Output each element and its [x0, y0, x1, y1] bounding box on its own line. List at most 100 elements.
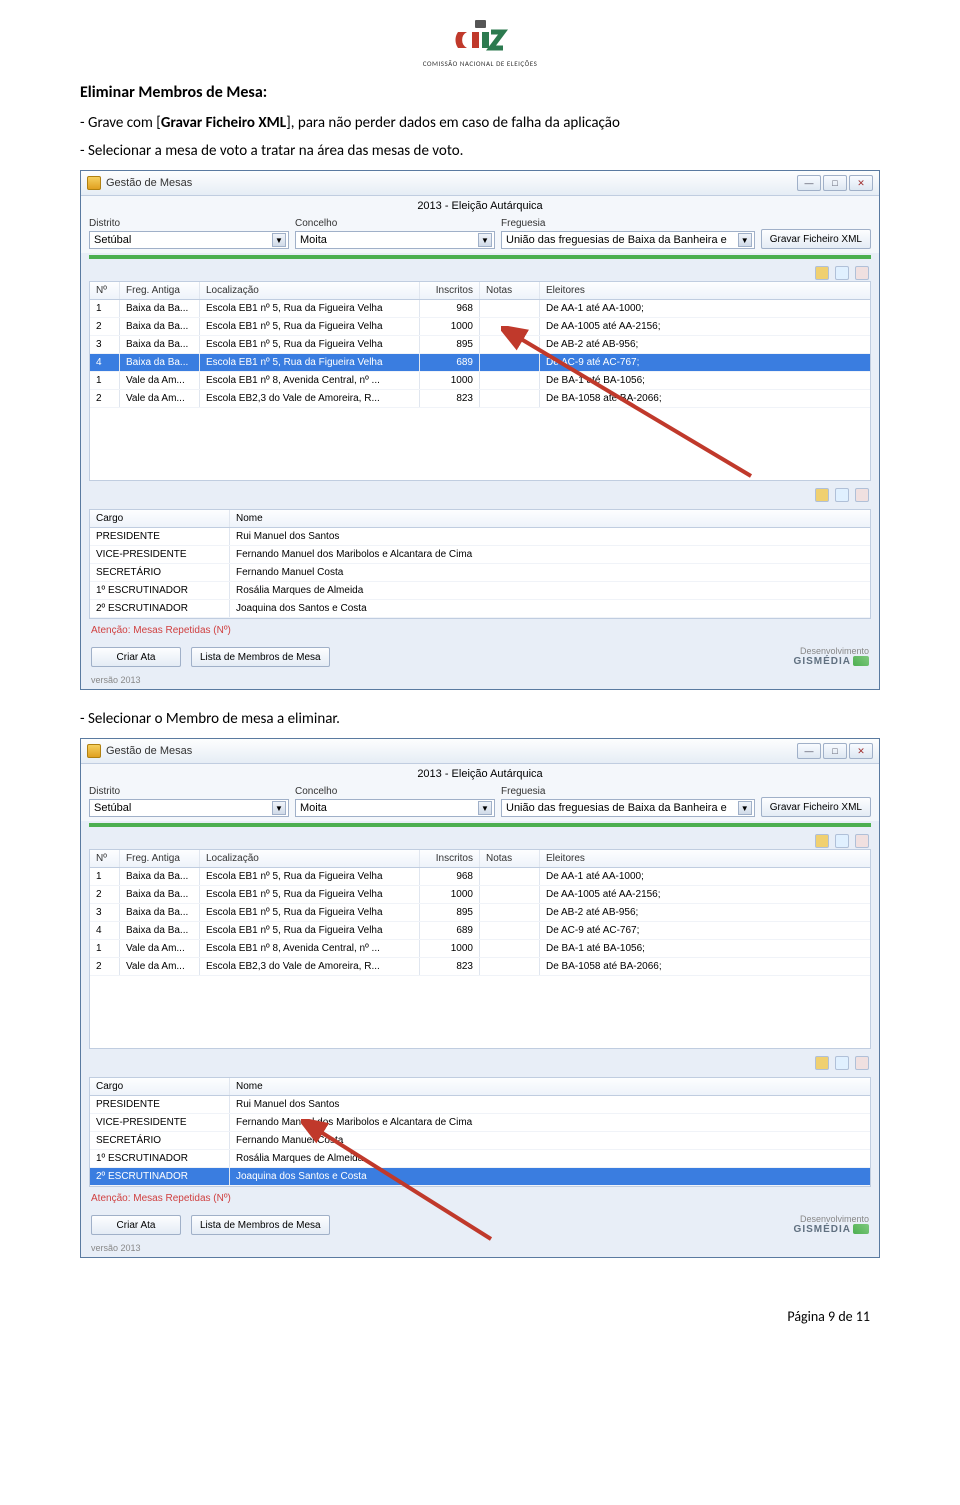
table-row[interactable]: 4Baixa da Ba...Escola EB1 nº 5, Rua da F… [90, 922, 870, 940]
table-row[interactable]: 1Vale da Am...Escola EB1 nº 8, Avenida C… [90, 372, 870, 390]
th-n: Nº [90, 282, 120, 299]
lista-membros-button[interactable]: Lista de Membros de Mesa [191, 1215, 330, 1235]
save-xml-button[interactable]: Gravar Ficheiro XML [761, 229, 871, 249]
select-distrito[interactable]: Setúbal ▼ [89, 231, 289, 249]
edit-member-icon[interactable] [835, 488, 849, 502]
label-freguesia: Freguesia [501, 786, 755, 797]
delete-member-icon[interactable] [855, 1056, 869, 1070]
table-row[interactable]: 3Baixa da Ba...Escola EB1 nº 5, Rua da F… [90, 336, 870, 354]
member-row[interactable]: 2º ESCRUTINADORJoaquina dos Santos e Cos… [90, 1168, 870, 1186]
th-el: Eleitores [540, 282, 870, 299]
th-el: Eleitores [540, 850, 870, 867]
member-row[interactable]: VICE-PRESIDENTEFernando Manuel dos Marib… [90, 1114, 870, 1132]
table-row[interactable]: 1Vale da Am...Escola EB1 nº 8, Avenida C… [90, 940, 870, 958]
add-member-icon[interactable] [815, 1056, 829, 1070]
mesas-table: Nº Freg. Antiga Localização Inscritos No… [89, 849, 871, 1049]
value-distrito: Setúbal [94, 234, 131, 246]
page-footer: Página 9 de 11 [0, 1298, 960, 1340]
member-row[interactable]: PRESIDENTERui Manuel dos Santos [90, 1096, 870, 1114]
table-row[interactable]: 2Vale da Am...Escola EB2,3 do Vale de Am… [90, 390, 870, 408]
criar-ata-button[interactable]: Criar Ata [91, 1215, 181, 1235]
th-fa: Freg. Antiga [120, 282, 200, 299]
select-concelho[interactable]: Moita▼ [295, 799, 495, 817]
table-row[interactable]: 1Baixa da Ba...Escola EB1 nº 5, Rua da F… [90, 300, 870, 318]
mesas-table: Nº Freg. Antiga Localização Inscritos No… [89, 281, 871, 481]
chevron-down-icon: ▼ [272, 233, 286, 247]
member-row[interactable]: VICE-PRESIDENTEFernando Manuel dos Marib… [90, 546, 870, 564]
label-concelho: Concelho [295, 786, 495, 797]
chevron-down-icon: ▼ [738, 801, 752, 815]
th-cargo: Cargo [90, 1078, 230, 1095]
th-cargo: Cargo [90, 510, 230, 527]
logo-subtitle: COMISSÃO NACIONAL DE ELEIÇÕES [423, 59, 538, 68]
edit-member-icon[interactable] [835, 1056, 849, 1070]
delete-member-icon[interactable] [855, 488, 869, 502]
table-row[interactable]: 3Baixa da Ba...Escola EB1 nº 5, Rua da F… [90, 904, 870, 922]
instr1-post: ], para não perder dados em caso de falh… [286, 114, 620, 132]
table-row[interactable]: 1Baixa da Ba...Escola EB1 nº 5, Rua da F… [90, 868, 870, 886]
minimize-button[interactable]: — [797, 743, 821, 759]
select-distrito[interactable]: Setúbal ▼ [89, 799, 289, 817]
app-window-1: Gestão de Mesas — □ ✕ 2013 - Eleição Aut… [80, 170, 880, 690]
lista-membros-button[interactable]: Lista de Membros de Mesa [191, 647, 330, 667]
election-title: 2013 - Eleição Autárquica [81, 196, 879, 214]
save-xml-button[interactable]: Gravar Ficheiro XML [761, 797, 871, 817]
instruction-1: - Grave com [Gravar Ficheiro XML], para … [80, 114, 880, 132]
edit-icon[interactable] [835, 834, 849, 848]
version-text: versão 2013 [81, 673, 879, 689]
table-row[interactable]: 2Baixa da Ba...Escola EB1 nº 5, Rua da F… [90, 886, 870, 904]
select-concelho[interactable]: Moita▼ [295, 231, 495, 249]
member-row[interactable]: PRESIDENTERui Manuel dos Santos [90, 528, 870, 546]
delete-icon[interactable] [855, 834, 869, 848]
instruction-2: - Selecionar a mesa de voto a tratar na … [80, 142, 880, 160]
value-distrito: Setúbal [94, 802, 131, 814]
th-ins: Inscritos [420, 850, 480, 867]
app-window-2: Gestão de Mesas — □ ✕ 2013 - Eleição Aut… [80, 738, 880, 1258]
close-button[interactable]: ✕ [849, 175, 873, 191]
label-distrito: Distrito [89, 786, 289, 797]
maximize-button[interactable]: □ [823, 175, 847, 191]
add-icon[interactable] [815, 834, 829, 848]
th-n: Nº [90, 850, 120, 867]
dev-brand: Desenvolvimento GISMÉDIA [794, 1214, 869, 1235]
member-row[interactable]: 1º ESCRUTINADORRosália Marques de Almeid… [90, 1150, 870, 1168]
edit-icon[interactable] [835, 266, 849, 280]
th-fa: Freg. Antiga [120, 850, 200, 867]
header-logo: COMISSÃO NACIONAL DE ELEIÇÕES [80, 20, 880, 71]
progress-bar [89, 255, 871, 259]
members-table: Cargo Nome PRESIDENTERui Manuel dos Sant… [89, 1077, 871, 1187]
value-freguesia: União das freguesias de Baixa da Banheir… [506, 802, 727, 814]
member-row[interactable]: SECRETÁRIOFernando Manuel Costa [90, 1132, 870, 1150]
members-table: Cargo Nome PRESIDENTERui Manuel dos Sant… [89, 509, 871, 619]
chevron-down-icon: ▼ [272, 801, 286, 815]
th-loc: Localização [200, 850, 420, 867]
close-button[interactable]: ✕ [849, 743, 873, 759]
chevron-down-icon: ▼ [478, 801, 492, 815]
warning-text: Atenção: Mesas Repetidas (Nº) [81, 1187, 879, 1210]
table-row[interactable]: 2Baixa da Ba...Escola EB1 nº 5, Rua da F… [90, 318, 870, 336]
window-title: Gestão de Mesas [106, 745, 192, 757]
delete-icon[interactable] [855, 266, 869, 280]
instr1-pre: - Grave com [ [80, 114, 161, 132]
section-heading: Eliminar Membros de Mesa: [80, 83, 880, 102]
dev-brand: Desenvolvimento GISMÉDIA [794, 646, 869, 667]
minimize-button[interactable]: — [797, 175, 821, 191]
member-row[interactable]: 2º ESCRUTINADORJoaquina dos Santos e Cos… [90, 600, 870, 618]
th-nome: Nome [230, 510, 870, 527]
member-row[interactable]: 1º ESCRUTINADORRosália Marques de Almeid… [90, 582, 870, 600]
select-freguesia[interactable]: União das freguesias de Baixa da Banheir… [501, 231, 755, 249]
add-member-icon[interactable] [815, 488, 829, 502]
maximize-button[interactable]: □ [823, 743, 847, 759]
add-icon[interactable] [815, 266, 829, 280]
table-row[interactable]: 4Baixa da Ba...Escola EB1 nº 5, Rua da F… [90, 354, 870, 372]
brand-logo: GISMÉDIA [794, 1224, 869, 1235]
member-row[interactable]: SECRETÁRIOFernando Manuel Costa [90, 564, 870, 582]
chevron-down-icon: ▼ [738, 233, 752, 247]
select-freguesia[interactable]: União das freguesias de Baixa da Banheir… [501, 799, 755, 817]
dev-label: Desenvolvimento [794, 646, 869, 656]
app-icon [87, 744, 101, 758]
table-row[interactable]: 2Vale da Am...Escola EB2,3 do Vale de Am… [90, 958, 870, 976]
version-text: versão 2013 [81, 1241, 879, 1257]
criar-ata-button[interactable]: Criar Ata [91, 647, 181, 667]
th-nome: Nome [230, 1078, 870, 1095]
